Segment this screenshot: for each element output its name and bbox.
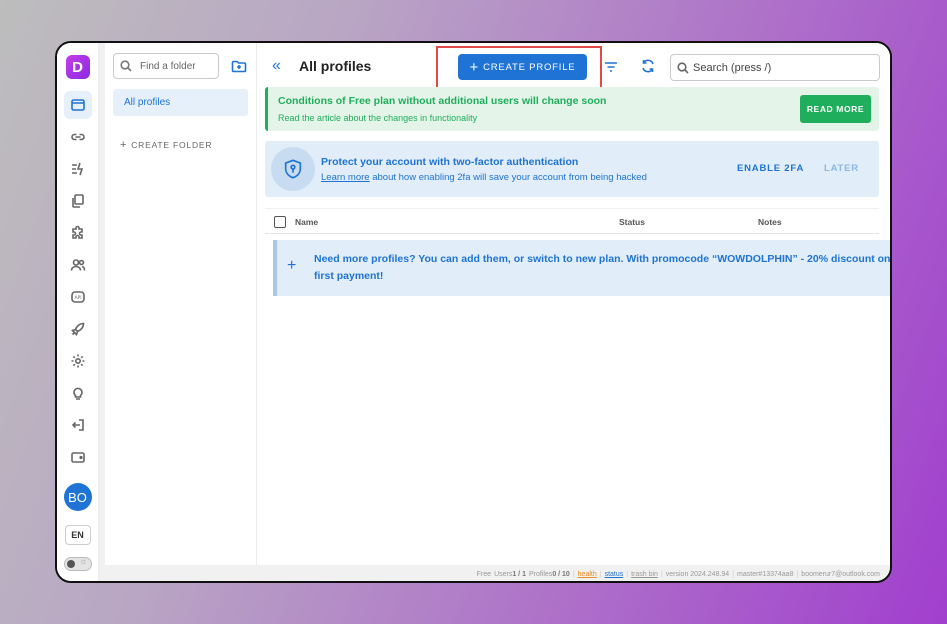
footer-email: boomerur7@outlook.com: [801, 570, 880, 578]
column-notes[interactable]: Notes: [758, 217, 782, 227]
plan-change-notice: Conditions of Free plan without addition…: [265, 87, 879, 131]
footer-version: version 2024.248.94: [665, 570, 730, 578]
svg-text:API: API: [74, 295, 81, 301]
automation-icon[interactable]: [64, 155, 92, 183]
footer-users: 1 / 1: [512, 570, 526, 578]
two-factor-description: about how enabling 2fa will save your ac…: [369, 172, 647, 183]
add-folder-icon[interactable]: [231, 58, 247, 74]
footer-profiles: 0 / 10: [552, 570, 570, 578]
dolphin-logo[interactable]: D: [65, 55, 90, 79]
page-title: All profiles: [299, 58, 372, 74]
two-factor-banner: Protect your account with two-factor aut…: [265, 141, 879, 197]
app-window: D API BO EN ☼ Find a folder All profiles…: [55, 41, 892, 583]
promo-line-2: first payment!: [314, 270, 384, 282]
column-name[interactable]: Name: [295, 217, 318, 227]
wallet-icon[interactable]: [64, 443, 92, 471]
rocket-icon[interactable]: [64, 315, 92, 343]
select-all-checkbox[interactable]: [274, 216, 286, 228]
footer-separator: |: [626, 570, 629, 578]
notice-title: Conditions of Free plan without addition…: [278, 95, 607, 107]
create-folder-label: CREATE FOLDER: [131, 140, 213, 150]
create-profile-label: CREATE PROFILE: [483, 61, 576, 73]
footer-separator: |: [572, 570, 575, 578]
footer-separator: |: [796, 570, 799, 578]
users-icon[interactable]: [64, 251, 92, 279]
footer-separator: |: [599, 570, 602, 578]
shield-icon: [271, 147, 315, 191]
link-icon[interactable]: [64, 123, 92, 151]
footer-profiles-label: Profiles: [528, 570, 553, 578]
folder-search-placeholder: Find a folder: [140, 60, 196, 72]
promo-banner[interactable]: + Need more profiles? You can add them, …: [273, 240, 891, 296]
enable-2fa-button[interactable]: ENABLE 2FA: [737, 163, 804, 174]
footer-status-link[interactable]: status: [605, 571, 624, 578]
lightbulb-icon[interactable]: [64, 379, 92, 407]
footer-health-link[interactable]: health: [578, 571, 597, 578]
plus-icon: +: [120, 139, 128, 151]
logout-icon[interactable]: [64, 411, 92, 439]
footer-plan: Free: [476, 570, 492, 578]
read-more-button[interactable]: READ MORE: [800, 95, 871, 123]
search-icon: [120, 60, 132, 72]
filter-icon[interactable]: [603, 59, 619, 80]
footer-trash-link[interactable]: trash bin: [631, 571, 658, 578]
plus-icon: +: [287, 257, 297, 274]
plus-icon: +: [469, 58, 480, 76]
notice-subtitle[interactable]: Read the article about the changes in fu…: [278, 113, 477, 123]
icon-rail: D API BO EN ☼: [57, 43, 99, 581]
folder-item-label: All profiles: [124, 97, 171, 108]
folder-search-input[interactable]: Find a folder: [113, 53, 219, 79]
search-icon: [677, 61, 689, 74]
two-factor-title: Protect your account with two-factor aut…: [321, 156, 579, 168]
profiles-table-header: Name Status Notes: [265, 208, 879, 234]
profile-search-input[interactable]: Search (press /): [670, 54, 880, 81]
copy-icon[interactable]: [64, 187, 92, 215]
two-factor-subtitle: Learn more about how enabling 2fa will s…: [321, 172, 647, 183]
footer-users-label: Users: [494, 570, 513, 578]
gear-icon[interactable]: [64, 347, 92, 375]
learn-more-link[interactable]: Learn more: [321, 172, 370, 183]
create-folder-button[interactable]: + CREATE FOLDER: [113, 139, 248, 151]
later-button[interactable]: LATER: [824, 163, 859, 174]
collapse-panel-icon[interactable]: «: [272, 57, 281, 75]
status-footer: Free Users 1 / 1 Profiles 0 / 10 | healt…: [99, 565, 890, 581]
language-switch[interactable]: EN: [64, 525, 91, 545]
folder-panel: Find a folder All profiles + CREATE FOLDE…: [105, 43, 257, 565]
footer-separator: |: [660, 570, 663, 578]
create-profile-button[interactable]: + CREATE PROFILE: [458, 54, 587, 80]
puzzle-icon[interactable]: [64, 219, 92, 247]
main-area: « All profiles + CREATE PROFILE Search (…: [258, 43, 891, 565]
theme-toggle[interactable]: [63, 556, 92, 571]
api-icon[interactable]: API: [64, 283, 92, 311]
promo-line-1: Need more profiles? You can add them, or…: [314, 253, 891, 265]
folder-item-all-profiles[interactable]: All profiles: [113, 89, 248, 116]
profile-search-placeholder: Search (press /): [693, 61, 772, 74]
browser-icon[interactable]: [63, 91, 92, 119]
promo-text: Need more profiles? You can add them, or…: [314, 251, 891, 285]
footer-branch: master#13374aa8: [737, 570, 794, 578]
refresh-icon[interactable]: [640, 58, 656, 79]
avatar[interactable]: BO: [63, 483, 92, 511]
column-status[interactable]: Status: [619, 217, 645, 227]
footer-separator: |: [732, 570, 735, 578]
